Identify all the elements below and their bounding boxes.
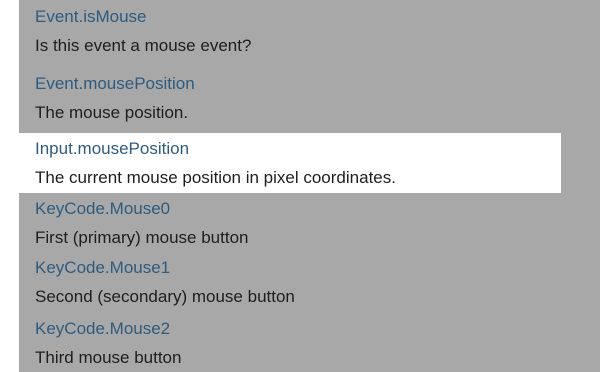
result-item-input-mouseposition-highlighted: Input.mousePosition The current mouse po… [19, 133, 561, 193]
result-description: Third mouse button [35, 348, 182, 367]
result-link-input-mouseposition[interactable]: Input.mousePosition [35, 134, 561, 163]
result-link-keycode-mouse2[interactable]: KeyCode.Mouse2 [35, 314, 561, 343]
result-link-event-ismouse[interactable]: Event.isMouse [35, 2, 561, 31]
result-description: First (primary) mouse button [35, 228, 249, 247]
result-link-keycode-mouse0[interactable]: KeyCode.Mouse0 [35, 194, 561, 223]
result-item-keycode-mouse0: KeyCode.Mouse0 First (primary) mouse but… [19, 194, 561, 252]
result-description: The current mouse position in pixel coor… [35, 168, 396, 187]
result-item-keycode-mouse1: KeyCode.Mouse1 Second (secondary) mouse … [19, 253, 561, 311]
result-item-event-mouseposition: Event.mousePosition The mouse position. [19, 69, 561, 127]
result-link-keycode-mouse1[interactable]: KeyCode.Mouse1 [35, 253, 561, 282]
result-item-event-ismouse: Event.isMouse Is this event a mouse even… [19, 2, 561, 60]
result-item-keycode-mouse2: KeyCode.Mouse2 Third mouse button [19, 314, 561, 372]
result-link-event-mouseposition[interactable]: Event.mousePosition [35, 69, 561, 98]
result-description: Second (secondary) mouse button [35, 287, 295, 306]
search-results-panel: Event.isMouse Is this event a mouse even… [19, 0, 600, 372]
result-description: The mouse position. [35, 103, 189, 122]
result-description: Is this event a mouse event? [35, 36, 252, 55]
